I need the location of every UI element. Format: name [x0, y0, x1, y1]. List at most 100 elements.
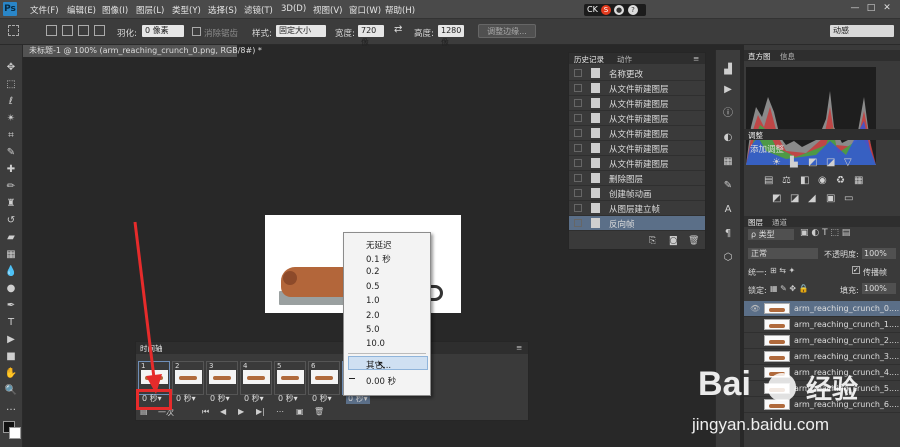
close-button[interactable]: ✕: [880, 2, 894, 14]
antialias-checkbox[interactable]: [192, 27, 201, 36]
panel-menu-icon[interactable]: ≡: [693, 54, 699, 63]
menu-select[interactable]: 选择(S): [208, 4, 237, 16]
first-frame-icon[interactable]: ⏮: [202, 407, 209, 417]
eyedropper-icon[interactable]: ✎: [4, 146, 18, 159]
crop-tool-icon[interactable]: ⌗: [4, 129, 18, 142]
exposure-icon[interactable]: ◪: [826, 157, 835, 168]
panel-menu-icon[interactable]: ≡: [516, 343, 522, 352]
menu-file[interactable]: 文件(F): [30, 4, 59, 16]
invert-icon[interactable]: ◩: [772, 193, 781, 204]
minimize-button[interactable]: —: [848, 2, 862, 14]
frame-delay-select[interactable]: 0 秒▾: [312, 393, 332, 404]
layer-row[interactable]: arm_reaching_crunch_1....: [744, 317, 900, 333]
marquee-tool-icon[interactable]: [8, 25, 19, 36]
delay-option[interactable]: 0.1 秒: [366, 253, 391, 265]
brush-tool-icon[interactable]: ✏: [4, 180, 18, 193]
new-selection-icon[interactable]: [46, 25, 57, 36]
tab-actions[interactable]: 动作: [617, 54, 632, 65]
tab-history[interactable]: 历史记录: [574, 54, 604, 65]
curves-icon[interactable]: ◩: [808, 157, 817, 168]
move-tool-icon[interactable]: ✥: [4, 61, 18, 74]
bw-icon[interactable]: ◧: [800, 175, 809, 186]
marquee-tool-icon[interactable]: ⬚: [4, 78, 18, 91]
menu-window[interactable]: 窗口(W): [349, 4, 381, 16]
snapshot-icon[interactable]: ◙: [669, 236, 678, 246]
histogram-icon[interactable]: ▟: [722, 64, 734, 76]
gradient-tool-icon[interactable]: ▦: [4, 248, 18, 261]
menu-image[interactable]: 图像(I): [102, 4, 128, 16]
dodge-tool-icon[interactable]: ●: [4, 282, 18, 295]
eye-icon[interactable]: [750, 321, 758, 328]
eye-icon[interactable]: 👁: [750, 305, 760, 313]
frame-delay-select[interactable]: 0 秒▾: [244, 393, 264, 404]
history-checkbox[interactable]: [574, 99, 582, 107]
frame-delay-select[interactable]: 0 秒▾: [176, 393, 196, 404]
history-checkbox[interactable]: [574, 114, 582, 122]
path-select-icon[interactable]: ▶: [4, 333, 18, 346]
duplicate-frame-icon[interactable]: ▣: [296, 407, 304, 416]
unify-icons[interactable]: ⊞ ⇆ ✦: [770, 266, 795, 275]
intersect-selection-icon[interactable]: [94, 25, 105, 36]
character-icon[interactable]: A: [722, 204, 734, 216]
history-item[interactable]: 从文件新建图层: [569, 126, 705, 141]
tab-channels[interactable]: 通道: [772, 217, 787, 228]
photo-filter-icon[interactable]: ◉: [818, 175, 827, 186]
menu-edit[interactable]: 编辑(E): [67, 4, 96, 16]
gradient-map-icon[interactable]: ▭: [844, 193, 853, 204]
tab-adjustments[interactable]: 调整: [748, 130, 763, 141]
selective-color-icon[interactable]: ▣: [826, 193, 835, 204]
clone-stamp-icon[interactable]: ♜: [4, 197, 18, 210]
trash-icon[interactable]: 🗑: [314, 407, 324, 416]
balance-icon[interactable]: ⚖: [782, 175, 791, 186]
history-item[interactable]: 从文件新建图层: [569, 141, 705, 156]
threshold-icon[interactable]: ◢: [808, 193, 816, 204]
shape-tool-icon[interactable]: ■: [4, 350, 18, 363]
workspace-select[interactable]: 动感: [830, 25, 894, 37]
subtract-selection-icon[interactable]: [78, 25, 89, 36]
lock-icons[interactable]: ▦ ✎ ✥ 🔒: [770, 284, 809, 293]
history-item[interactable]: 创建帧动画: [569, 186, 705, 201]
layer-row[interactable]: arm_reaching_crunch_2....: [744, 333, 900, 349]
zoom-tool-icon[interactable]: 🔍: [4, 384, 18, 397]
tab-histogram[interactable]: 直方图: [748, 51, 771, 62]
play-icon[interactable]: ▶: [722, 84, 734, 96]
lookup-icon[interactable]: ▦: [854, 175, 863, 186]
menu-filter[interactable]: 滤镜(T): [244, 4, 273, 16]
tab-layers[interactable]: 图层: [748, 217, 763, 228]
delay-option[interactable]: 10.0: [366, 339, 385, 349]
menu-view[interactable]: 视图(V): [313, 4, 342, 16]
delay-option[interactable]: 1.0: [366, 296, 380, 306]
ime-settings-icon[interactable]: ●: [614, 5, 624, 15]
height-input[interactable]: 1280 像: [438, 25, 464, 47]
history-checkbox[interactable]: [574, 129, 582, 137]
pen-tool-icon[interactable]: ✒: [4, 299, 18, 312]
delay-current-value[interactable]: 0.00 秒: [366, 375, 396, 387]
history-checkbox[interactable]: [574, 189, 582, 197]
width-input[interactable]: 720 像: [358, 25, 384, 47]
document-tab[interactable]: 未标题-1 @ 100% (arm_reaching_crunch_0.png,…: [23, 45, 262, 57]
layer-row[interactable]: arm_reaching_crunch_3....: [744, 349, 900, 365]
vibrance-icon[interactable]: ▽: [844, 157, 852, 168]
history-item[interactable]: 从图层建立帧: [569, 201, 705, 216]
hue-icon[interactable]: ▤: [764, 175, 773, 186]
maximize-button[interactable]: □: [864, 2, 878, 14]
blur-tool-icon[interactable]: 💧: [4, 265, 18, 278]
swatches-icon[interactable]: ▦: [722, 156, 734, 168]
menu-layer[interactable]: 图层(L): [136, 4, 164, 16]
history-item-selected[interactable]: 反向帧: [569, 216, 705, 231]
type-tool-icon[interactable]: T: [4, 316, 18, 329]
animation-frame[interactable]: 3: [206, 361, 238, 395]
history-checkbox[interactable]: [574, 159, 582, 167]
history-brush-icon[interactable]: ↺: [4, 214, 18, 227]
history-item[interactable]: 从文件新建图层: [569, 111, 705, 126]
play-icon[interactable]: ▶: [238, 407, 244, 416]
history-checkbox[interactable]: [574, 204, 582, 212]
layer-kind-filter[interactable]: ρ 类型: [748, 229, 794, 240]
ime-toolbar[interactable]: CK S ● ?: [584, 4, 646, 16]
history-item[interactable]: 删除图层: [569, 171, 705, 186]
frame-delay-select[interactable]: 0 秒▾: [278, 393, 298, 404]
history-item[interactable]: 从文件新建图层: [569, 81, 705, 96]
menu-help[interactable]: 帮助(H): [385, 4, 415, 16]
background-color-swatch[interactable]: [9, 427, 21, 439]
magic-wand-icon[interactable]: ✴: [4, 112, 18, 125]
